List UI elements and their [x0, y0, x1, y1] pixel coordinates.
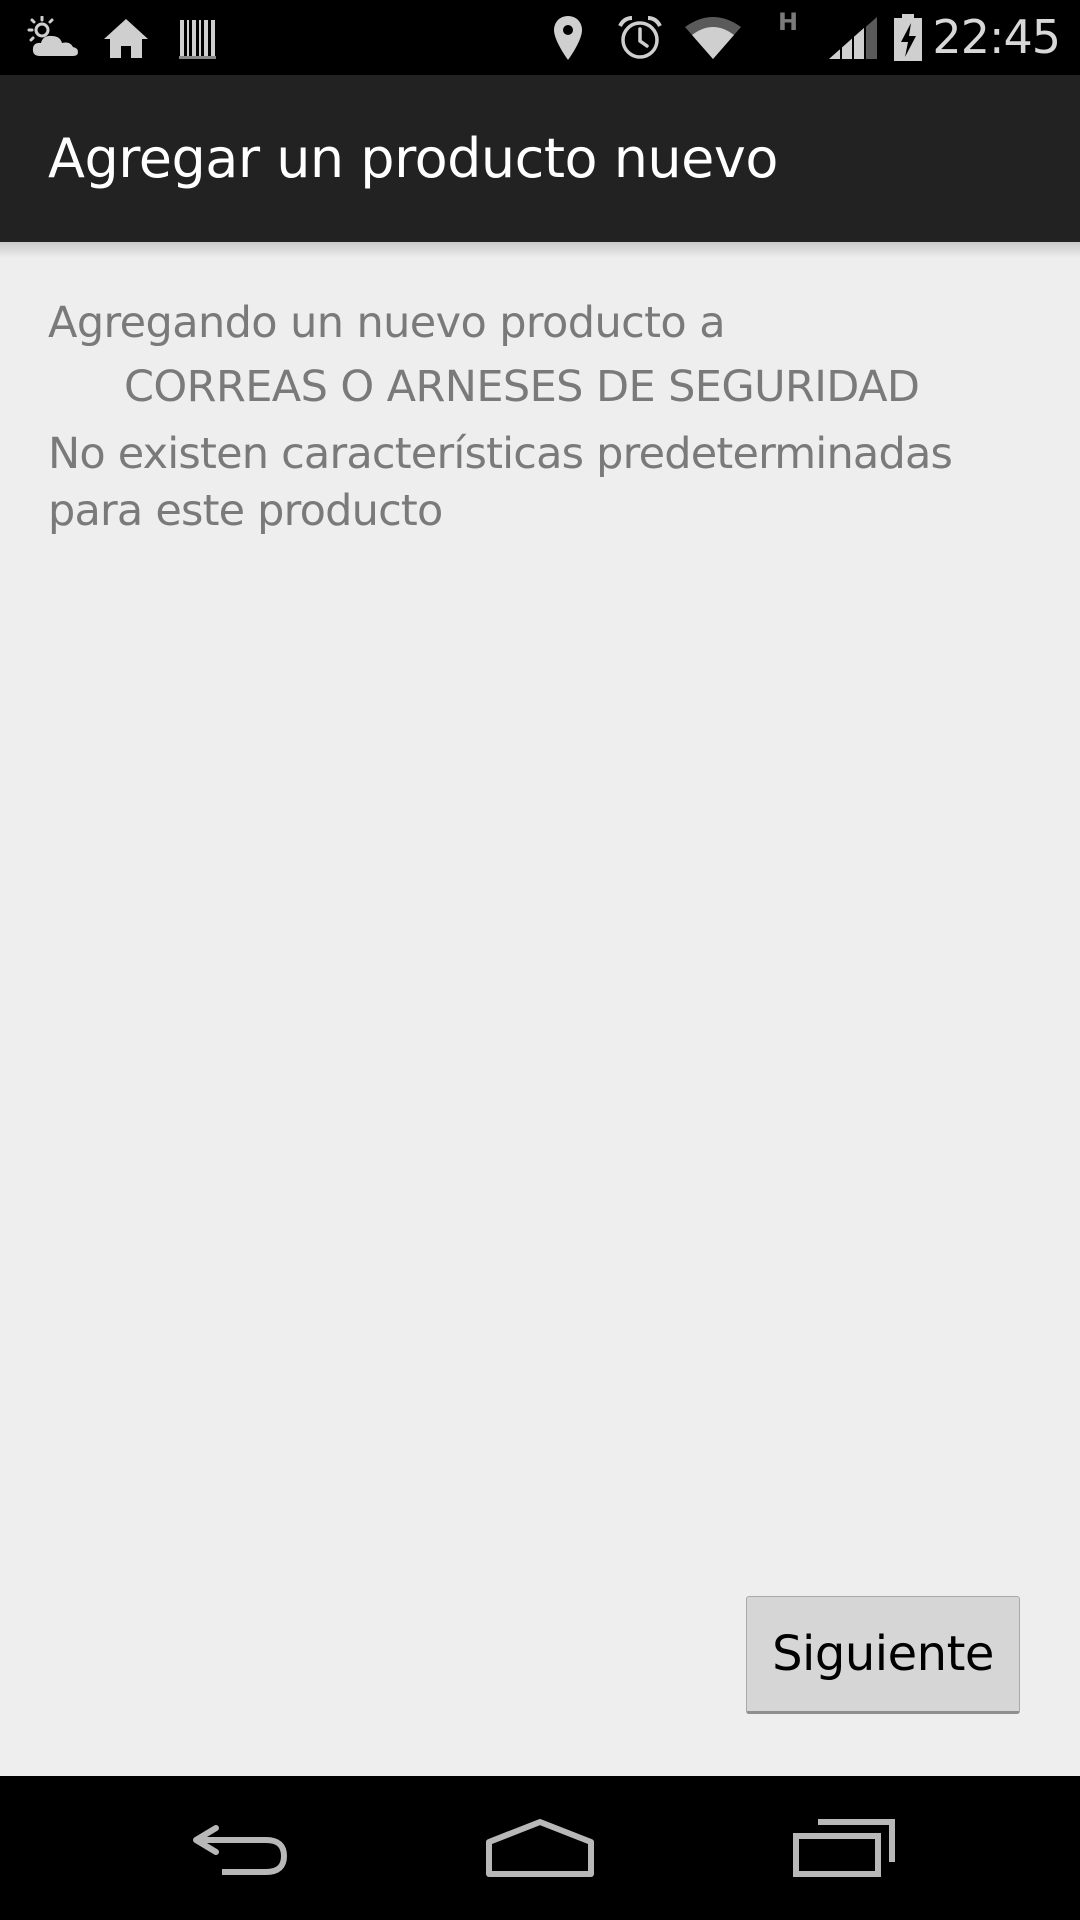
action-bar: Agregar un producto nuevo — [0, 75, 1080, 242]
alarm-clock-icon — [614, 0, 666, 75]
signal-strength-icon — [826, 0, 880, 75]
weather-partly-cloudy-icon — [26, 0, 82, 75]
category-name: CORREAS O ARNESES DE SEGURIDAD — [124, 362, 920, 412]
network-type-label: H — [778, 8, 799, 36]
navigation-bar — [0, 1776, 1080, 1920]
intro-text: Agregando un nuevo producto a — [48, 298, 726, 348]
back-icon[interactable] — [150, 1776, 330, 1920]
wifi-icon — [682, 0, 744, 75]
no-characteristics-message: No existen características predeterminad… — [48, 429, 953, 536]
status-bar: H 22:45 — [0, 0, 1080, 75]
next-button[interactable]: Siguiente — [746, 1596, 1020, 1714]
action-bar-shadow — [0, 242, 1080, 258]
home-nav-icon[interactable] — [450, 1776, 630, 1920]
recent-apps-icon[interactable] — [754, 1776, 934, 1920]
home-icon — [100, 0, 152, 75]
battery-charging-icon — [890, 0, 926, 75]
location-pin-icon — [548, 0, 588, 75]
status-time: 22:45 — [932, 10, 1061, 64]
barcode-icon — [176, 0, 220, 75]
page-title: Agregar un producto nuevo — [48, 127, 778, 190]
